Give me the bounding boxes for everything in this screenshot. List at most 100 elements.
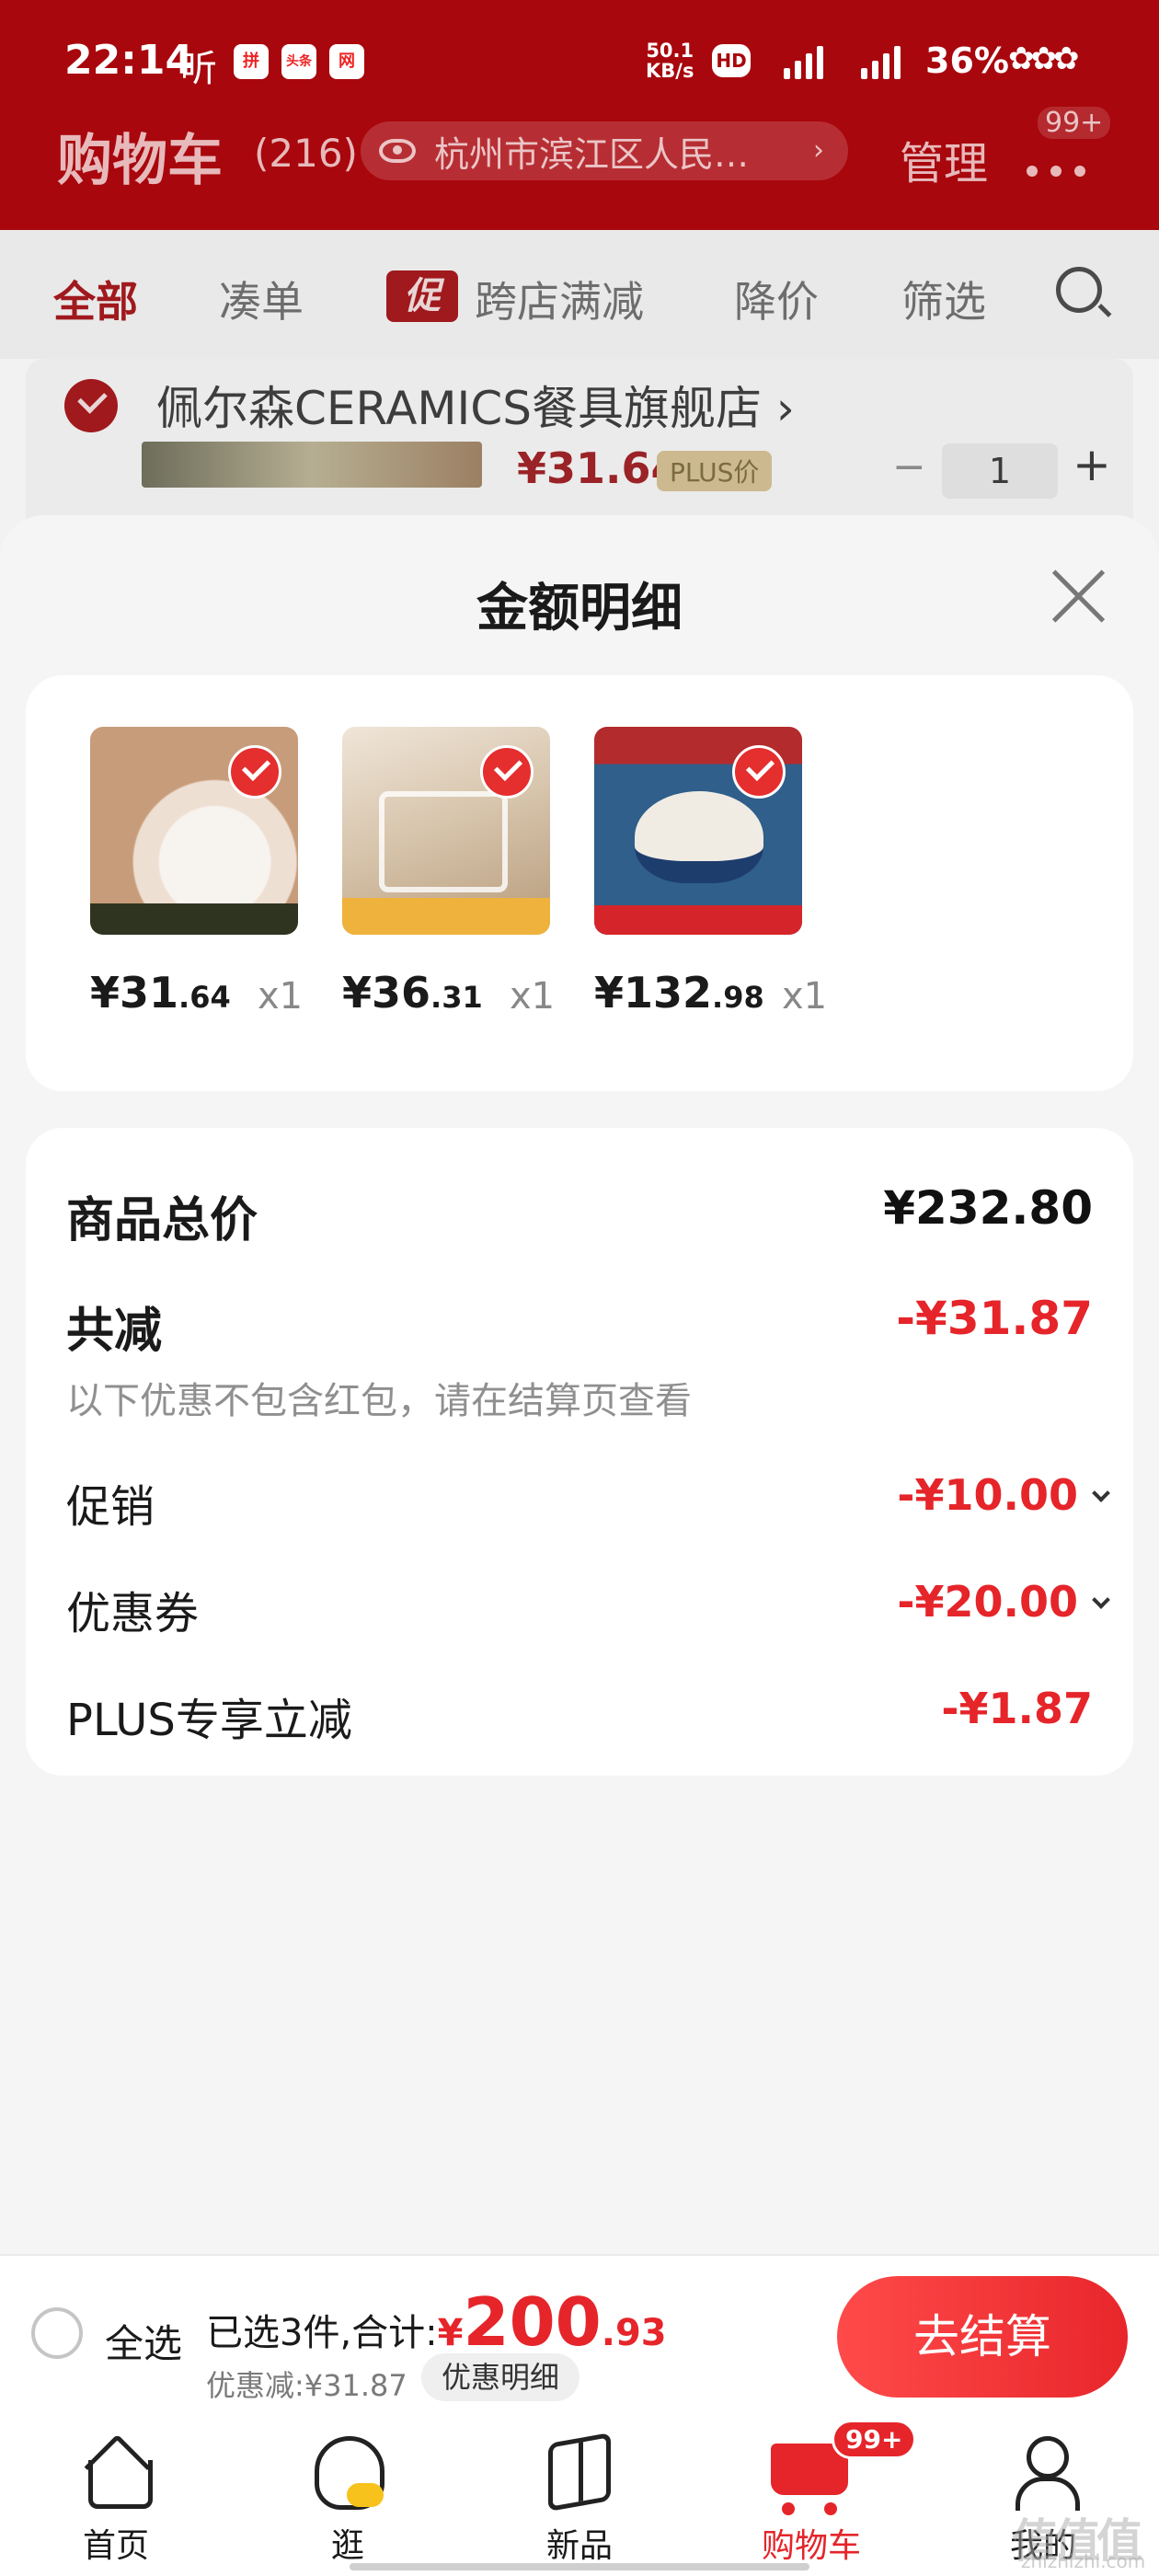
tab-new[interactable]: 新品 — [464, 2416, 695, 2576]
tab-cross-store[interactable]: 跨店满减 — [475, 269, 644, 329]
filter-bar: 全部 凑单 促 跨店满减 降价 筛选 — [0, 230, 1159, 359]
plus-reduce-row: PLUS专享立减 -¥1.87 — [66, 1684, 1093, 1748]
selected-items-card: ¥31.64 x1 ¥36.31 x1 ¥132.98 x1 — [26, 675, 1133, 1091]
qty-plus-button[interactable]: + — [1073, 438, 1111, 491]
watermark-url: zhizhizhi.com — [1021, 2550, 1146, 2572]
product-image — [90, 727, 298, 935]
reduce-row: 共减 -¥31.87 以下优惠不包含红包，请在结算页查看 — [66, 1292, 1093, 1422]
currency-symbol: ¥ — [437, 2312, 464, 2354]
close-icon[interactable] — [1050, 567, 1109, 626]
product-thumbnail — [142, 442, 482, 488]
netease-app-icon: 网 — [329, 44, 364, 79]
status-listen-indicator: 听 — [180, 48, 217, 90]
product-image — [594, 727, 802, 935]
coupon-row[interactable]: 优惠券 -¥20.00 — [66, 1577, 1110, 1641]
toutiao-app-icon: 头条 — [281, 44, 316, 79]
network-speed: 50.1 KB/s — [646, 40, 694, 82]
check-icon[interactable] — [732, 745, 786, 799]
shop-check-icon[interactable] — [64, 379, 118, 432]
signal-icon-2 — [861, 42, 901, 79]
battery-percent: 36% — [925, 40, 1009, 81]
amount-detail-sheet: 金额明细 ¥31.64 x1 ¥36.31 x1 ¥132.98 x1 商品总价… — [0, 515, 1159, 2254]
home-indicator[interactable] — [350, 2563, 809, 2570]
promo-value: -¥10.00 — [897, 1470, 1078, 1520]
discount-detail-button[interactable]: 优惠明细 — [421, 2353, 580, 2401]
status-time: 22:14 — [64, 37, 194, 84]
selected-item[interactable]: ¥132.98 x1 — [530, 727, 827, 1030]
product-image — [342, 727, 550, 935]
select-all-radio[interactable] — [31, 2307, 83, 2359]
total-integer: 200 — [463, 2283, 602, 2361]
cart-header: 购物车 (216) 杭州市滨江区人民… › 管理 99+ — [0, 107, 1159, 230]
pinduoduo-app-icon: 拼 — [234, 44, 269, 79]
shop-row: 佩尔森CERAMICS餐具旗舰店 › ¥31.64 PLUS价 − 1 + — [26, 359, 1133, 524]
item-price: ¥36.31 — [342, 968, 483, 1018]
cart-badge: 99+ — [832, 2420, 917, 2459]
total-summary: 已选3件,合计:¥200.93 — [206, 2283, 667, 2361]
qty-minus-button[interactable]: − — [892, 443, 926, 490]
tab-filter[interactable]: 筛选 — [901, 269, 986, 329]
flower-icon: ✿✿✿ — [1008, 40, 1079, 77]
tab-new-label: 新品 — [545, 2527, 613, 2565]
status-bar: 22:14 听 拼 头条 网 50.1 KB/s HD 36% ✿✿✿ — [0, 0, 1159, 124]
reduce-value: -¥31.87 — [896, 1292, 1093, 1345]
tab-combine[interactable]: 凑单 — [219, 269, 304, 329]
tab-all[interactable]: 全部 — [53, 269, 138, 329]
bottom-tab-bar: 首页 逛 新品 99+ 购物车 我的 — [0, 2416, 1159, 2576]
signal-icon — [784, 42, 823, 79]
total-decimal: .93 — [601, 2312, 667, 2354]
check-icon[interactable] — [228, 745, 281, 799]
location-text: 杭州市滨江区人民… — [434, 133, 750, 175]
amount-summary-card: 商品总价 ¥232.80 共减 -¥31.87 以下优惠不包含红包，请在结算页查… — [26, 1128, 1133, 1776]
discount-text: 优惠减:¥31.87 — [206, 2368, 407, 2403]
selected-count-text: 已选3件,合计: — [206, 2312, 438, 2354]
item-price: ¥132.98 — [594, 968, 764, 1018]
sheet-title: 金额明细 — [476, 579, 683, 638]
message-badge: 99+ — [1038, 107, 1111, 139]
shop-name[interactable]: 佩尔森CERAMICS餐具旗舰店 › — [156, 372, 795, 438]
stroll-icon — [315, 2436, 384, 2510]
item-price: ¥31.64 — [90, 968, 231, 1018]
coupon-label: 优惠券 — [66, 1588, 200, 1639]
total-row: 商品总价 ¥232.80 — [66, 1181, 1093, 1255]
promo-row[interactable]: 促销 -¥10.00 — [66, 1470, 1110, 1535]
tab-home[interactable]: 首页 — [0, 2416, 232, 2576]
check-icon[interactable] — [480, 745, 534, 799]
product-price: ¥31.64 — [517, 443, 681, 493]
tab-stroll[interactable]: 逛 — [232, 2416, 464, 2576]
tab-cart-label: 购物车 — [761, 2527, 861, 2565]
promo-badge: 促 — [386, 270, 458, 322]
selected-item[interactable]: ¥31.64 x1 — [26, 727, 303, 1030]
hd-voice-icon: HD — [712, 44, 751, 77]
coupon-value: -¥20.00 — [897, 1577, 1078, 1627]
plus-price-tag: PLUS价 — [657, 451, 773, 491]
cart-item-count: (216) — [254, 131, 358, 176]
total-label: 商品总价 — [66, 1193, 258, 1248]
reduce-note: 以下优惠不包含红包，请在结算页查看 — [66, 1380, 692, 1422]
plus-reduce-label: PLUS专享立减 — [66, 1695, 352, 1746]
more-menu-button[interactable] — [1027, 147, 1091, 184]
promo-label: 促销 — [66, 1481, 155, 1533]
tab-home-label: 首页 — [82, 2527, 149, 2565]
tab-stroll-label: 逛 — [330, 2527, 364, 2565]
chevron-right-icon: › — [813, 134, 824, 167]
eye-icon — [379, 139, 416, 163]
select-all-label[interactable]: 全选 — [105, 2313, 182, 2369]
chevron-down-icon[interactable] — [1092, 1484, 1110, 1502]
tab-price-drop[interactable]: 降价 — [734, 269, 819, 329]
plus-reduce-value: -¥1.87 — [941, 1684, 1093, 1733]
chevron-down-icon[interactable] — [1092, 1591, 1110, 1609]
qty-field[interactable]: 1 — [942, 443, 1058, 499]
tab-cart[interactable]: 99+ 购物车 — [695, 2416, 927, 2576]
selected-item[interactable]: ¥36.31 x1 — [278, 727, 555, 1030]
location-selector[interactable]: 杭州市滨江区人民… › — [361, 121, 848, 180]
checkout-bar: 全选 已选3件,合计:¥200.93 优惠减:¥31.87 优惠明细 去结算 — [0, 2254, 1159, 2416]
box-icon — [548, 2432, 611, 2512]
item-qty: x1 — [782, 975, 828, 1018]
search-icon[interactable] — [1056, 267, 1102, 313]
person-icon — [1016, 2436, 1080, 2511]
manage-button[interactable]: 管理 — [900, 127, 988, 191]
home-icon — [83, 2438, 153, 2509]
checkout-button[interactable]: 去结算 — [837, 2276, 1128, 2398]
reduce-label: 共减 — [66, 1304, 163, 1359]
